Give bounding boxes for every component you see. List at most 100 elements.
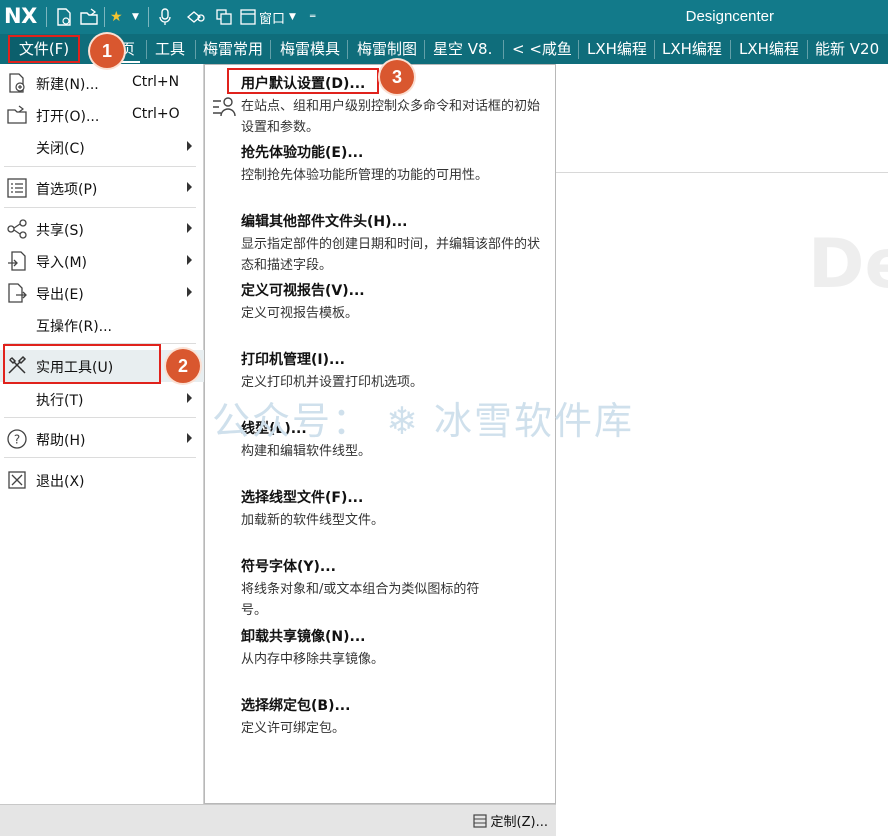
menu-item-execute[interactable]: 执行(T) xyxy=(0,384,204,414)
menu-item-label: 打开(O)... xyxy=(36,109,100,125)
glasses-icon[interactable] xyxy=(186,6,206,28)
menu-footer-bar: 定制(Z)... xyxy=(0,804,556,836)
menu-item-preferences[interactable]: 首选项(P) xyxy=(0,173,204,203)
submenu-item-desc: 显示指定部件的创建日期和时间，并编辑该部件的状态和描述字段。 xyxy=(241,237,541,273)
tab-divider xyxy=(146,40,147,59)
submenu-item-desc: 定义许可绑定包。 xyxy=(241,721,346,736)
menu-item-label: 导出(E) xyxy=(36,287,84,303)
menu-item-label: 执行(T) xyxy=(36,393,84,409)
menu-item-new[interactable]: 新建(N)... Ctrl+N xyxy=(0,68,204,98)
file-menu: 新建(N)... Ctrl+N 打开(O)... Ctrl+O 关闭(C) 首选… xyxy=(0,64,204,804)
tab-lxh-1[interactable]: LXH编程 xyxy=(587,34,651,64)
menu-item-close[interactable]: 关闭(C) xyxy=(0,132,204,162)
divider-line xyxy=(556,172,888,173)
step-badge-2: 2 xyxy=(166,349,200,383)
exit-icon xyxy=(6,469,28,491)
tab-divider xyxy=(424,40,425,59)
tab-nengxin[interactable]: 能新 V20 xyxy=(815,34,888,64)
menu-separator xyxy=(4,207,196,208)
tab-file[interactable]: 文件(F) xyxy=(8,35,80,63)
window-menu-label: 窗口 xyxy=(259,11,286,27)
tab-tools[interactable]: 工具 xyxy=(155,34,189,64)
submenu-arrow-icon xyxy=(187,255,192,265)
new-doc-icon[interactable] xyxy=(56,6,72,28)
toolbar-separator xyxy=(104,7,105,27)
share-icon xyxy=(6,218,28,240)
star-icon[interactable]: ★ xyxy=(110,6,123,28)
window-menu[interactable]: 窗口 ▼ xyxy=(240,6,296,28)
submenu-item-select-bundle[interactable]: 选择绑定包(B)... xyxy=(241,695,350,715)
menu-item-label: 退出(X) xyxy=(36,474,85,490)
submenu-item-early-access[interactable]: 抢先体验功能(E)... xyxy=(241,142,363,162)
open-folder-icon[interactable] xyxy=(80,6,98,28)
new-file-icon xyxy=(6,72,28,94)
submenu-arrow-icon xyxy=(187,287,192,297)
submenu-item-printer-admin[interactable]: 打印机管理(I)... xyxy=(241,349,345,369)
customize-icon xyxy=(472,813,487,828)
user-settings-icon xyxy=(211,93,237,123)
menu-shortcut: Ctrl+N xyxy=(132,74,180,90)
tab-divider xyxy=(654,40,655,59)
submenu-item-desc: 定义可视报告模板。 xyxy=(241,306,359,321)
menu-item-label: 首选项(P) xyxy=(36,182,98,198)
menu-item-interop[interactable]: 互操作(R)... xyxy=(0,310,204,340)
document-area xyxy=(556,64,888,839)
tab-meilei-mold[interactable]: 梅雷模具 xyxy=(280,34,342,64)
highlight-box-utilities xyxy=(3,344,161,384)
microphone-icon[interactable] xyxy=(158,6,172,28)
menu-item-exit[interactable]: 退出(X) xyxy=(0,465,204,495)
ribbon-tab-bar: 文件(F) 页 工具 梅雷常用 梅雷模具 梅雷制图 星空 V8. < <咸鱼 L… xyxy=(0,34,888,64)
submenu-item-desc: 控制抢先体验功能所管理的功能的可用性。 xyxy=(241,168,489,183)
menu-item-label: 导入(M) xyxy=(36,255,88,271)
menu-separator xyxy=(4,457,196,458)
submenu-item-edit-part-header[interactable]: 编辑其他部件文件头(H)... xyxy=(241,211,407,231)
svg-text:?: ? xyxy=(14,433,20,447)
submenu-arrow-icon xyxy=(187,223,192,233)
dropdown-arrow-icon[interactable]: ▼ xyxy=(132,6,139,28)
menu-item-label: 共享(S) xyxy=(36,223,84,239)
preferences-icon xyxy=(6,177,28,199)
submenu-arrow-icon xyxy=(187,433,192,443)
tab-divider xyxy=(347,40,348,59)
customize-label: 定制(Z)... xyxy=(490,815,548,830)
step-badge-1: 1 xyxy=(90,34,124,68)
tab-lxh-3[interactable]: LXH编程 xyxy=(739,34,803,64)
menu-item-help[interactable]: ? 帮助(H) xyxy=(0,424,204,454)
menu-item-export[interactable]: 导出(E) xyxy=(0,278,204,308)
submenu-item-symbol-font[interactable]: 符号字体(Y)... xyxy=(241,556,336,576)
tab-meilei-drafting[interactable]: 梅雷制图 xyxy=(357,34,419,64)
step-badge-3: 3 xyxy=(380,60,414,94)
menu-item-label: 帮助(H) xyxy=(36,433,86,449)
customize-toolbar-icon[interactable]: ═ xyxy=(310,6,315,28)
menu-item-label: 互操作(R)... xyxy=(36,319,113,335)
title-bar: NX ★ ▼ 窗口 ▼ ═ Designcenter xyxy=(0,0,888,34)
submenu-item-user-defaults[interactable]: 用户默认设置(D)... xyxy=(241,73,365,93)
submenu-item-select-line-file[interactable]: 选择线型文件(F)... xyxy=(241,487,363,507)
tab-xianyu[interactable]: < <咸鱼 xyxy=(512,34,576,64)
dropdown-arrow-icon: ▼ xyxy=(289,12,296,22)
submenu-item-desc: 在站点、组和用户级别控制众多命令和对话框的初始设置和参数。 xyxy=(241,99,541,135)
tab-divider xyxy=(195,40,196,59)
export-icon xyxy=(6,282,28,304)
customize-button[interactable]: 定制(Z)... xyxy=(472,811,548,830)
menu-shortcut: Ctrl+O xyxy=(132,106,180,122)
menu-item-import[interactable]: 导入(M) xyxy=(0,246,204,276)
toolbar-separator xyxy=(46,7,47,27)
menu-separator xyxy=(4,417,196,418)
menu-separator xyxy=(4,166,196,167)
tab-divider xyxy=(730,40,731,59)
tab-lxh-2[interactable]: LXH编程 xyxy=(662,34,726,64)
submenu-item-visual-report[interactable]: 定义可视报告(V)... xyxy=(241,280,365,300)
watermark-text: 公众号： ❄ 冰雪软件库 xyxy=(212,399,634,443)
submenu-arrow-icon xyxy=(187,393,192,403)
app-title: Designcenter xyxy=(685,8,774,25)
tab-divider xyxy=(270,40,271,59)
window-copy-icon[interactable] xyxy=(216,6,232,28)
tab-xingkong[interactable]: 星空 V8. xyxy=(433,34,499,64)
submenu-item-unload-shared-image[interactable]: 卸载共享镜像(N)... xyxy=(241,626,365,646)
menu-item-share[interactable]: 共享(S) xyxy=(0,214,204,244)
tab-divider xyxy=(503,40,504,59)
menu-item-open[interactable]: 打开(O)... Ctrl+O xyxy=(0,100,204,130)
help-icon: ? xyxy=(6,428,28,450)
tab-meilei-common[interactable]: 梅雷常用 xyxy=(203,34,265,64)
